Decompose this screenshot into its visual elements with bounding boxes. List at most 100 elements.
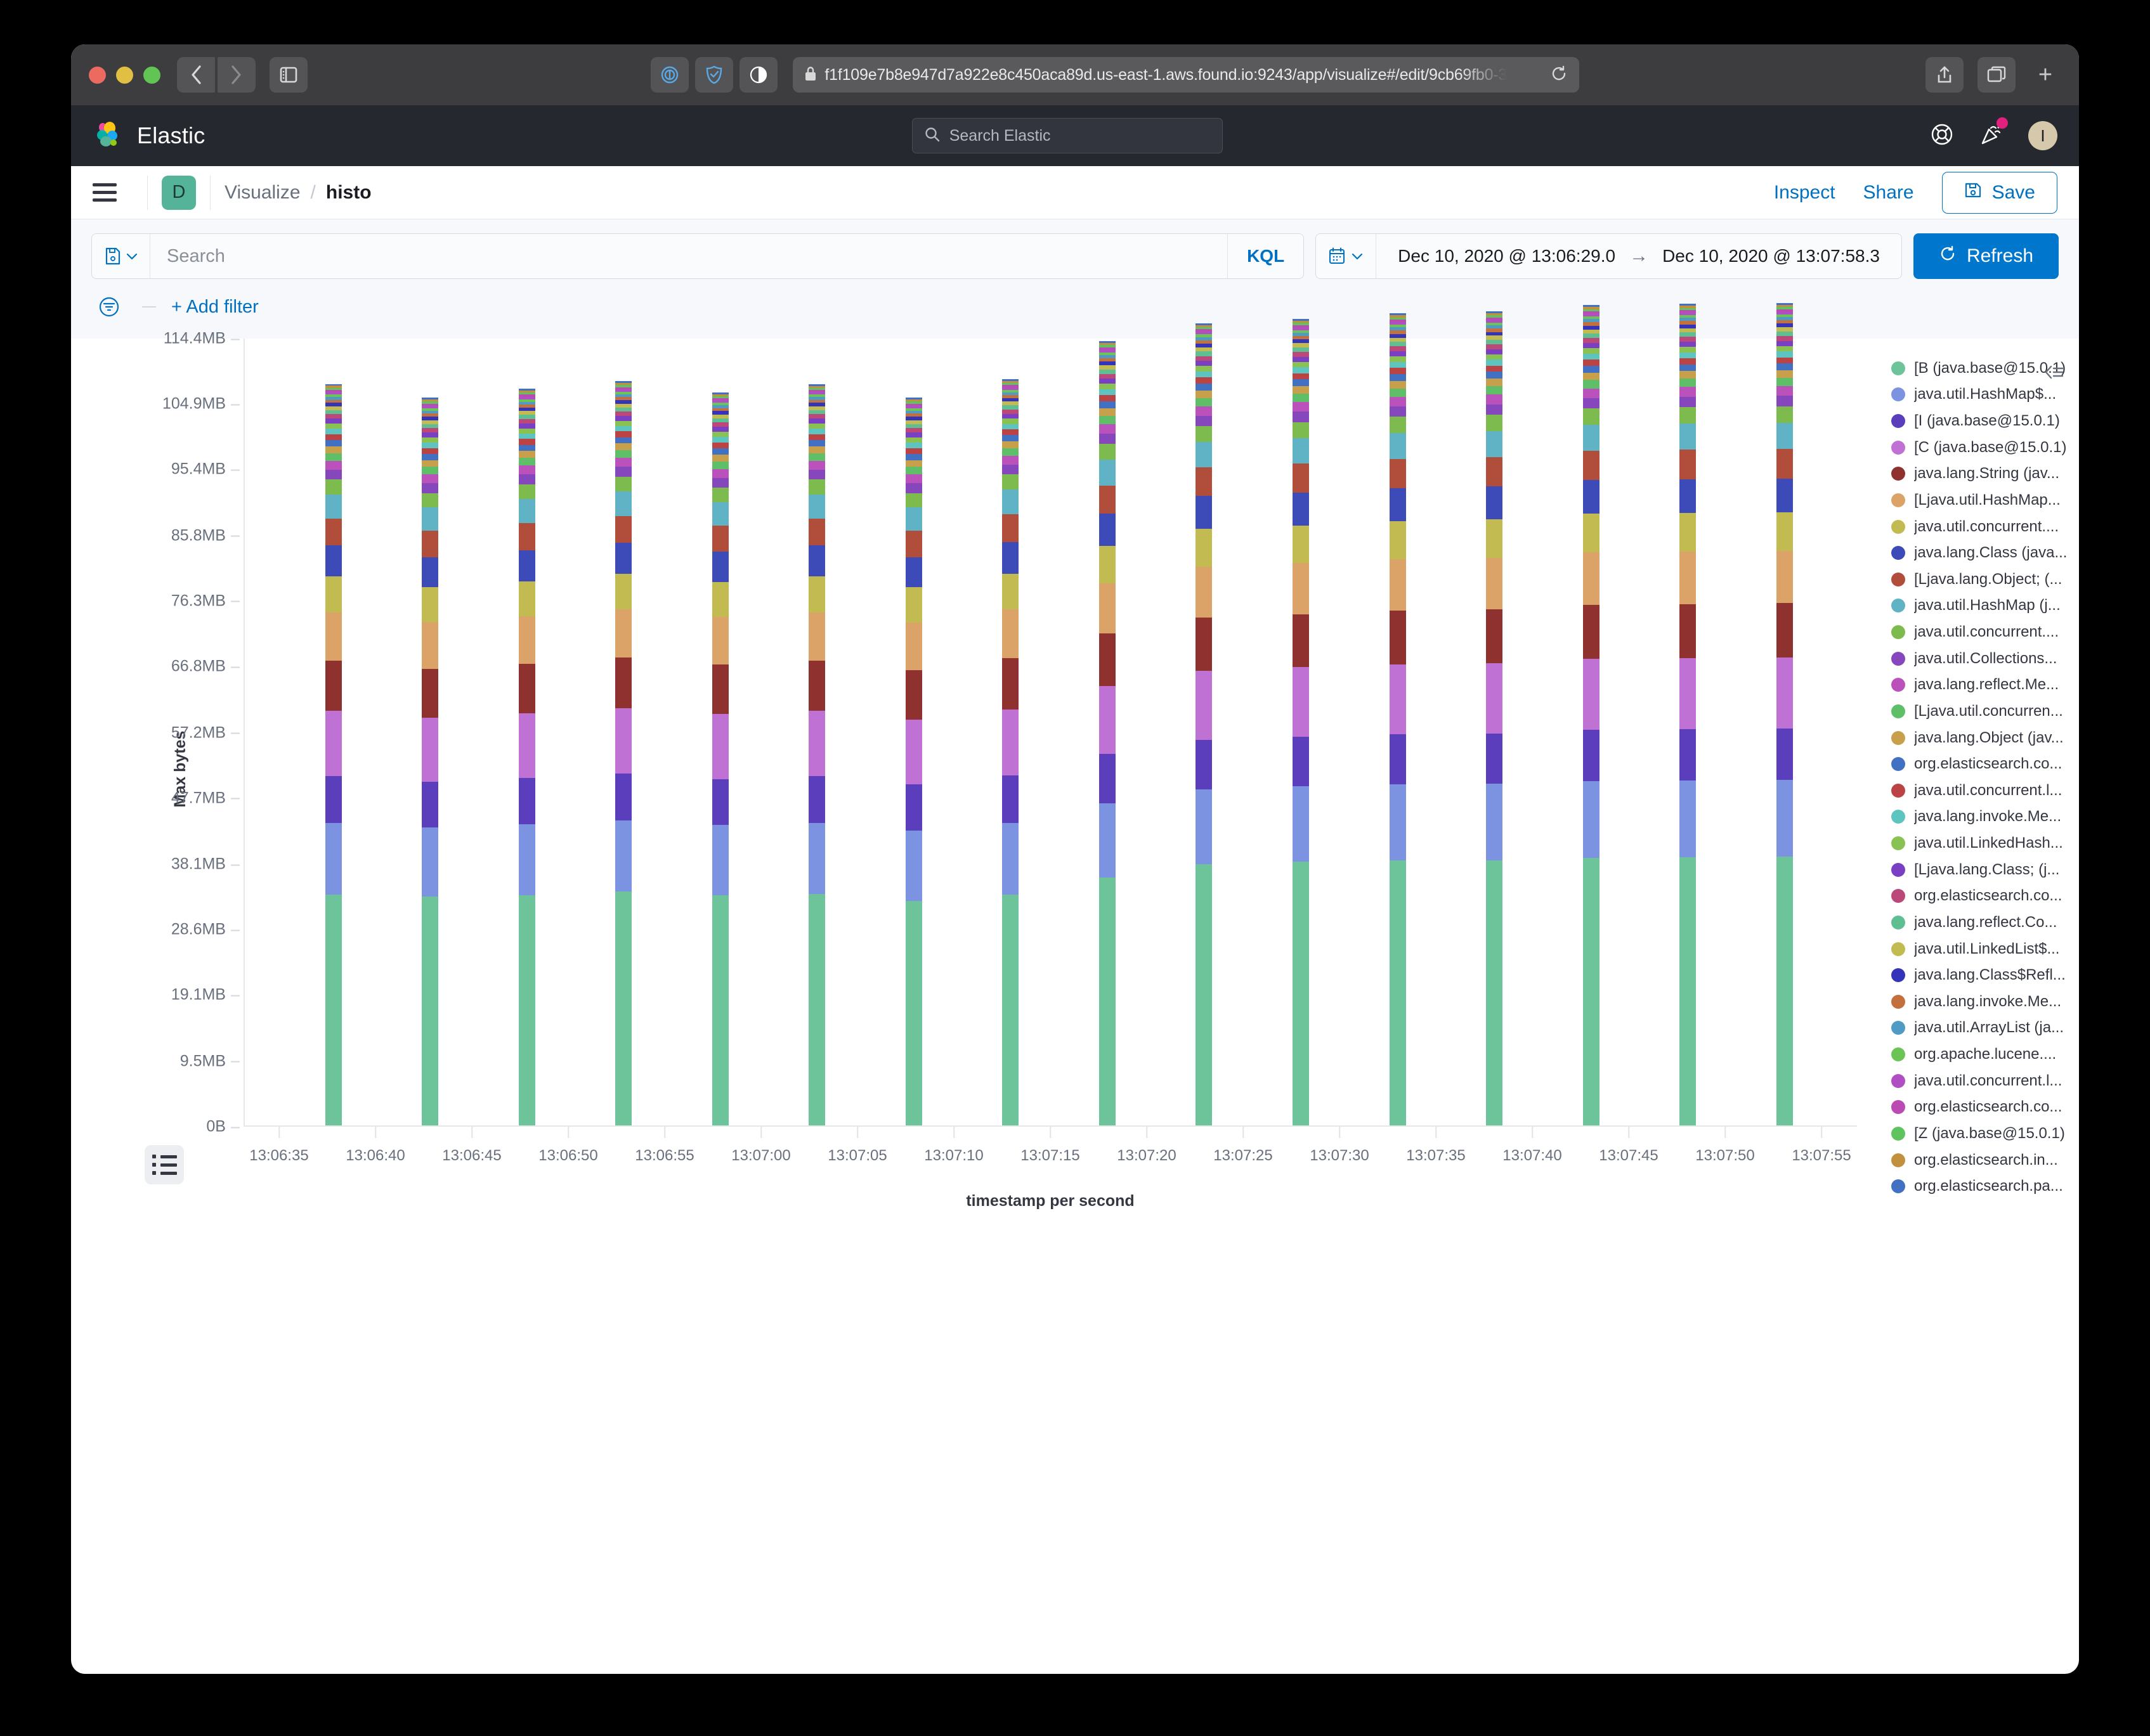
bar-segment[interactable] bbox=[1002, 413, 1019, 419]
bar-segment[interactable] bbox=[809, 460, 826, 470]
bar-segment[interactable] bbox=[1486, 344, 1503, 349]
bar-segment[interactable] bbox=[1582, 781, 1599, 858]
bar-segment[interactable] bbox=[809, 660, 826, 711]
bar-segment[interactable] bbox=[1098, 803, 1116, 878]
bar-segment[interactable] bbox=[1293, 411, 1309, 422]
bar-segment[interactable] bbox=[325, 469, 342, 479]
bar-segment[interactable] bbox=[712, 581, 729, 618]
bar-segment[interactable] bbox=[615, 450, 632, 458]
legend-item[interactable]: org.elasticsearch.co... bbox=[1891, 1094, 2079, 1121]
legend-item[interactable]: [Ljava.lang.Object; (... bbox=[1891, 566, 2079, 593]
bar-segment[interactable] bbox=[422, 453, 439, 460]
bar-segment[interactable] bbox=[809, 518, 826, 546]
bar-segment[interactable] bbox=[905, 622, 922, 670]
bar-segment[interactable] bbox=[1776, 422, 1793, 450]
bar-segment[interactable] bbox=[1486, 663, 1503, 734]
bar-segment[interactable] bbox=[615, 425, 632, 432]
bar-segment[interactable] bbox=[1002, 541, 1019, 574]
bar-segment[interactable] bbox=[325, 710, 342, 777]
bar-segment[interactable] bbox=[712, 432, 729, 437]
bar-segment[interactable] bbox=[1002, 435, 1019, 442]
bar-segment[interactable] bbox=[1679, 396, 1697, 407]
legend-item[interactable]: java.lang.invoke.Me... bbox=[1891, 804, 2079, 831]
bar-segment[interactable] bbox=[1582, 425, 1599, 451]
bar-segment[interactable] bbox=[1486, 457, 1503, 486]
bar-stack[interactable] bbox=[1002, 379, 1019, 1125]
bar-segment[interactable] bbox=[1486, 360, 1503, 366]
legend-item[interactable]: [Z (java.base@15.0.1) bbox=[1891, 1120, 2079, 1147]
bar-segment[interactable] bbox=[1486, 414, 1503, 431]
bar-segment[interactable] bbox=[1679, 337, 1697, 342]
bar-segment[interactable] bbox=[1293, 667, 1309, 737]
bar-segment[interactable] bbox=[1196, 390, 1213, 398]
bar-segment[interactable] bbox=[1196, 789, 1213, 865]
bar-segment[interactable] bbox=[1582, 334, 1599, 339]
legend-item[interactable]: [Ljava.util.HashMap... bbox=[1891, 487, 2079, 514]
bar-segment[interactable] bbox=[1776, 340, 1793, 346]
bar-segment[interactable] bbox=[615, 411, 632, 417]
bar-segment[interactable] bbox=[712, 779, 729, 826]
bar-stack[interactable] bbox=[422, 398, 439, 1125]
bar-segment[interactable] bbox=[325, 460, 342, 470]
date-range[interactable]: Dec 10, 2020 @ 13:06:29.0 → Dec 10, 2020… bbox=[1376, 245, 1901, 267]
legend-item[interactable]: org.apache.lucene.... bbox=[1891, 1041, 2079, 1068]
legend-item[interactable]: java.util.LinkedHash... bbox=[1891, 830, 2079, 857]
legend-item[interactable]: java.lang.invoke.Me... bbox=[1891, 988, 2079, 1015]
bar-segment[interactable] bbox=[1679, 332, 1697, 337]
bar-segment[interactable] bbox=[422, 467, 439, 475]
bar-segment[interactable] bbox=[1486, 486, 1503, 519]
legend-item[interactable]: org.elasticsearch.pa... bbox=[1891, 1173, 2079, 1200]
bar-segment[interactable] bbox=[1196, 670, 1213, 740]
bar-stack[interactable] bbox=[1776, 303, 1793, 1125]
bar-segment[interactable] bbox=[1486, 557, 1503, 610]
bar-segment[interactable] bbox=[1679, 358, 1697, 365]
bar-segment[interactable] bbox=[1776, 336, 1793, 341]
legend-item[interactable]: java.util.HashMap (j... bbox=[1891, 593, 2079, 619]
bar-segment[interactable] bbox=[1389, 433, 1406, 460]
bar-segment[interactable] bbox=[325, 660, 342, 711]
bar-segment[interactable] bbox=[1196, 383, 1213, 391]
bar-segment[interactable] bbox=[905, 453, 922, 460]
bar-segment[interactable] bbox=[1679, 479, 1697, 514]
bar-segment[interactable] bbox=[615, 491, 632, 516]
bar-segment[interactable] bbox=[1582, 388, 1599, 398]
bar-stack[interactable] bbox=[1098, 340, 1116, 1125]
bar-segment[interactable] bbox=[325, 545, 342, 577]
bar-segment[interactable] bbox=[1196, 566, 1213, 618]
bar-segment[interactable] bbox=[1679, 341, 1697, 347]
bar-segment[interactable] bbox=[1389, 346, 1406, 351]
bar-segment[interactable] bbox=[1196, 371, 1213, 378]
bar-segment[interactable] bbox=[518, 424, 535, 429]
legend-item[interactable]: java.util.concurrent.... bbox=[1891, 619, 2079, 645]
bar-stack[interactable] bbox=[1486, 311, 1503, 1125]
forward-button[interactable] bbox=[218, 57, 256, 93]
bar-segment[interactable] bbox=[1002, 448, 1019, 457]
bar-stack[interactable] bbox=[615, 381, 632, 1125]
bar-segment[interactable] bbox=[1293, 361, 1309, 368]
bar-segment[interactable] bbox=[1486, 394, 1503, 405]
bar-segment[interactable] bbox=[518, 451, 535, 458]
bar-segment[interactable] bbox=[422, 460, 439, 467]
bar-segment[interactable] bbox=[1582, 353, 1599, 360]
bar-segment[interactable] bbox=[809, 469, 826, 479]
bar-segment[interactable] bbox=[905, 428, 922, 433]
bar-segment[interactable] bbox=[809, 576, 826, 612]
bar-segment[interactable] bbox=[1098, 460, 1116, 486]
bar-segment[interactable] bbox=[1002, 465, 1019, 475]
legend-item[interactable]: java.lang.reflect.Me... bbox=[1891, 672, 2079, 699]
bar-segment[interactable] bbox=[712, 525, 729, 552]
bar-segment[interactable] bbox=[1389, 664, 1406, 734]
bar-segment[interactable] bbox=[712, 502, 729, 526]
legend-item[interactable]: java.util.concurrent.l... bbox=[1891, 777, 2079, 804]
bar-segment[interactable] bbox=[1776, 550, 1793, 604]
date-picker[interactable]: Dec 10, 2020 @ 13:06:29.0 → Dec 10, 2020… bbox=[1315, 233, 1902, 279]
saved-query-button[interactable] bbox=[92, 234, 150, 278]
legend-item[interactable]: org.elasticsearch.in... bbox=[1891, 1147, 2079, 1174]
bar-segment[interactable] bbox=[1002, 573, 1019, 610]
bar-segment[interactable] bbox=[1679, 729, 1697, 781]
bar-segment[interactable] bbox=[1679, 371, 1697, 379]
bar-segment[interactable] bbox=[1389, 559, 1406, 611]
search-input-placeholder[interactable]: Search bbox=[150, 246, 1227, 267]
bar-segment[interactable] bbox=[905, 557, 922, 588]
bar-segment[interactable] bbox=[1196, 442, 1213, 468]
